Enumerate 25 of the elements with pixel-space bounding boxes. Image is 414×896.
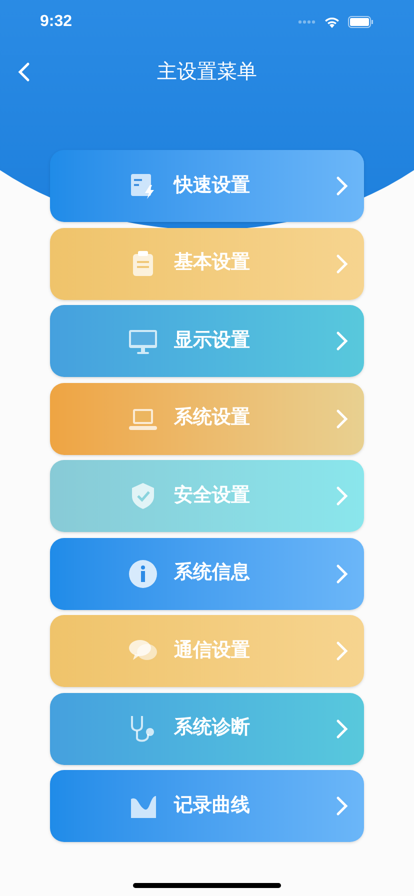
menu-item[interactable]: 系统设置 xyxy=(50,382,364,454)
chevron-right-icon xyxy=(336,176,348,196)
chevron-right-icon xyxy=(336,254,348,274)
chevron-right-icon xyxy=(336,486,348,506)
menu-item[interactable]: 基本设置 xyxy=(50,228,364,300)
menu-item[interactable]: 安全设置 xyxy=(50,460,364,532)
menu-item[interactable]: 显示设置 xyxy=(50,305,364,377)
chevron-right-icon xyxy=(336,718,348,738)
chevron-right-icon xyxy=(336,331,348,351)
back-chevron-icon xyxy=(18,62,30,82)
wifi-icon xyxy=(324,16,340,28)
chevron-right-icon xyxy=(336,641,348,661)
menu-item[interactable]: 系统诊断 xyxy=(50,692,364,764)
menu-item[interactable]: 记录曲线 xyxy=(50,770,364,842)
chevron-right-icon xyxy=(336,564,348,584)
info-icon xyxy=(128,558,158,588)
page-title: 主设置菜单 xyxy=(157,60,257,85)
menu-item[interactable]: 通信设置 xyxy=(50,615,364,687)
signal-icon xyxy=(298,20,316,24)
battery-icon xyxy=(348,16,374,28)
menu-item[interactable]: 快速设置 xyxy=(50,150,364,222)
status-time: 9:32 xyxy=(40,12,72,32)
chevron-right-icon xyxy=(336,408,348,428)
chevron-right-icon xyxy=(336,796,348,816)
menu-item[interactable]: 系统信息 xyxy=(50,538,364,610)
